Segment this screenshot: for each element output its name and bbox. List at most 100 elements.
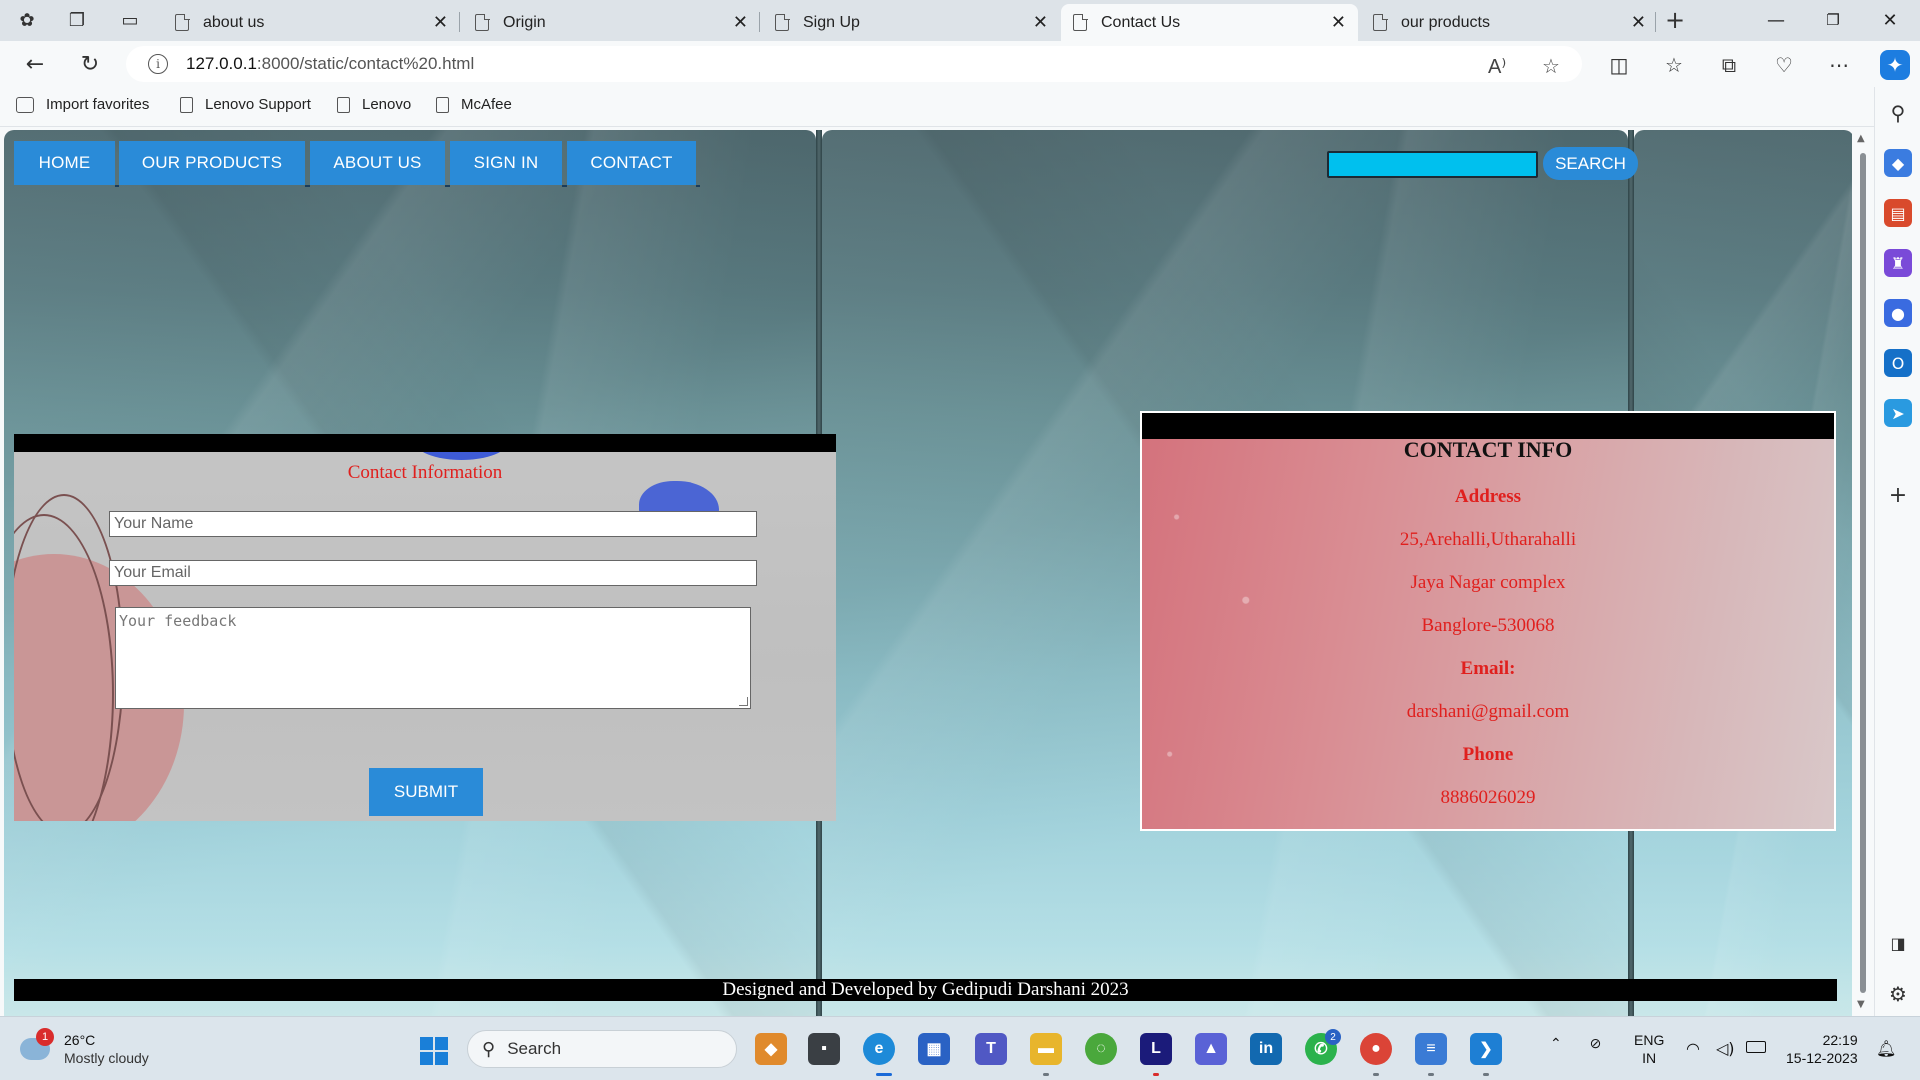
scroll-up-icon[interactable]: ▲	[1857, 133, 1865, 144]
tab-title: Sign Up	[803, 13, 860, 31]
l-app-icon[interactable]: L	[1140, 1033, 1172, 1065]
submit-button[interactable]: SUBMIT	[369, 768, 483, 816]
tab-title: Contact Us	[1101, 13, 1181, 31]
search-icon[interactable]: ⚲	[1884, 99, 1912, 127]
browser-title-bar: ✿ ❐ ▭ about us ✕ Origin ✕ Sign Up ✕ Cont…	[0, 0, 1920, 41]
close-tab-icon[interactable]: ✕	[433, 12, 448, 33]
network-off-icon[interactable]: ⊘	[1590, 1035, 1602, 1051]
copilot-icon[interactable]: ✦	[1880, 50, 1910, 80]
refresh-icon[interactable]: ↻	[75, 49, 105, 79]
profile-icon[interactable]: ✿	[14, 7, 40, 33]
nav-our-products[interactable]: OUR PRODUCTS	[119, 141, 305, 185]
favorite-star-icon[interactable]: ☆	[1542, 54, 1560, 79]
minimize-icon[interactable]: —	[1756, 6, 1796, 34]
chrome-app-icon[interactable]: ●	[1360, 1033, 1392, 1065]
scroll-thumb[interactable]	[1860, 153, 1866, 993]
cloud-icon: 1	[20, 1028, 54, 1060]
edge-app-icon[interactable]: e	[863, 1033, 895, 1065]
restore-icon[interactable]: ❐	[1813, 6, 1853, 34]
teams-app-icon[interactable]: T	[975, 1033, 1007, 1065]
name-field[interactable]: Your Name	[109, 511, 757, 537]
browser-essentials-icon[interactable]: ♡	[1769, 50, 1799, 80]
notification-bell-icon[interactable]: 🔔︎	[1876, 1039, 1896, 1058]
page-viewport: HOME OUR PRODUCTS ABOUT US SIGN IN CONTA…	[0, 127, 1852, 1016]
tab-actions-icon[interactable]: ▭	[117, 7, 143, 33]
page-icon	[1073, 13, 1088, 31]
scroll-down-icon[interactable]: ▼	[1857, 999, 1865, 1010]
tab-contact-us[interactable]: Contact Us ✕	[1061, 4, 1358, 41]
tab-title: about us	[203, 13, 265, 31]
search-input[interactable]	[1327, 151, 1538, 178]
close-tab-icon[interactable]: ✕	[1331, 12, 1346, 33]
tools-icon[interactable]: ▤	[1884, 199, 1912, 227]
close-tab-icon[interactable]: ✕	[1033, 12, 1048, 33]
notification-badge: 1	[36, 1028, 54, 1046]
search-icon: ⚲	[482, 1038, 496, 1059]
fav-lenovo[interactable]: Lenovo	[337, 96, 411, 113]
split-screen-icon[interactable]: ◫	[1604, 50, 1634, 80]
tab-title: our products	[1401, 13, 1490, 31]
green-app-icon[interactable]: ◌	[1085, 1033, 1117, 1065]
close-tab-icon[interactable]: ✕	[1631, 12, 1646, 33]
tab-origin[interactable]: Origin ✕	[463, 4, 760, 41]
start-button[interactable]	[420, 1037, 448, 1065]
url-host: 127.0.0.1	[186, 54, 257, 73]
weather-widget[interactable]: 1 26°C Mostly cloudy	[20, 1028, 149, 1067]
copilot-app-icon[interactable]: ◆	[755, 1033, 787, 1065]
favorites-icon[interactable]: ☆	[1659, 50, 1689, 80]
notepad-app-icon[interactable]: ≡	[1415, 1033, 1447, 1065]
microsoft-365-icon[interactable]: ●	[1884, 299, 1912, 327]
phone-value: 8886026029	[1440, 787, 1536, 808]
tab-our-products[interactable]: our products ✕	[1361, 4, 1658, 41]
close-window-icon[interactable]: ✕	[1870, 6, 1910, 34]
page-icon	[337, 96, 350, 113]
nav-contact[interactable]: CONTACT	[567, 141, 696, 185]
tab-sign-up[interactable]: Sign Up ✕	[763, 4, 1060, 41]
workspaces-icon[interactable]: ❐	[64, 7, 90, 33]
hide-sidebar-icon[interactable]: ◨	[1884, 929, 1912, 957]
volume-icon[interactable]: ◁)	[1716, 1039, 1735, 1058]
contact-info-box: CONTACT INFO Address 25,Arehalli,Utharah…	[1140, 411, 1836, 831]
page-icon	[180, 96, 193, 113]
language-indicator[interactable]: ENG IN	[1634, 1031, 1664, 1067]
form-title: Contact Information	[347, 462, 503, 483]
vscode-app-icon[interactable]: ❯	[1470, 1033, 1502, 1065]
email-field[interactable]: Your Email	[109, 560, 757, 586]
outlook-icon[interactable]: O	[1884, 349, 1912, 377]
add-sidebar-icon[interactable]: +	[1884, 481, 1912, 509]
settings-gear-icon[interactable]: ⚙	[1884, 980, 1912, 1008]
read-aloud-icon[interactable]: A⁾	[1488, 54, 1506, 79]
close-tab-icon[interactable]: ✕	[733, 12, 748, 33]
new-tab-icon[interactable]: +	[1662, 6, 1688, 34]
fav-lenovo-support[interactable]: Lenovo Support	[180, 96, 311, 113]
taskbar-search[interactable]: ⚲ Search	[467, 1030, 737, 1068]
store-app-icon[interactable]: ▦	[918, 1033, 950, 1065]
back-icon[interactable]: ←	[20, 49, 50, 79]
drop-icon[interactable]: ➤	[1884, 399, 1912, 427]
file-explorer-icon[interactable]: ▬	[1030, 1033, 1062, 1065]
fav-mcafee[interactable]: McAfee	[436, 96, 512, 113]
search-button[interactable]: SEARCH	[1543, 147, 1638, 180]
triangle-app-icon[interactable]: ▲	[1195, 1033, 1227, 1065]
wifi-icon[interactable]: ◠	[1686, 1039, 1700, 1058]
url-path: :8000/static/contact%20.html	[256, 54, 475, 73]
phone-label: Phone	[1462, 744, 1514, 765]
site-info-icon[interactable]: i	[148, 54, 168, 74]
nav-sign-in[interactable]: SIGN IN	[450, 141, 562, 185]
page-scrollbar[interactable]: ▲ ▼	[1852, 127, 1874, 1016]
more-menu-icon[interactable]: ⋯	[1824, 50, 1854, 80]
nav-home[interactable]: HOME	[14, 141, 115, 185]
nav-about-us[interactable]: ABOUT US	[310, 141, 445, 185]
games-icon[interactable]: ♜	[1884, 249, 1912, 277]
clock[interactable]: 22:19 15-12-2023	[1786, 1031, 1858, 1067]
feedback-textarea[interactable]: Your feedback	[115, 607, 751, 709]
show-hidden-icons-icon[interactable]: ⌃	[1550, 1035, 1562, 1051]
battery-icon[interactable]	[1746, 1041, 1766, 1053]
collections-icon[interactable]: ⧉	[1714, 50, 1744, 80]
shopping-icon[interactable]: ◆	[1884, 149, 1912, 177]
url-field[interactable]: i 127.0.0.1:8000/static/contact%20.html …	[126, 46, 1582, 82]
task-view-icon[interactable]: ▪	[808, 1033, 840, 1065]
fav-import-favorites[interactable]: Import favorites	[16, 96, 149, 113]
tab-about-us[interactable]: about us ✕	[163, 4, 460, 41]
linkedin-app-icon[interactable]: in	[1250, 1033, 1282, 1065]
